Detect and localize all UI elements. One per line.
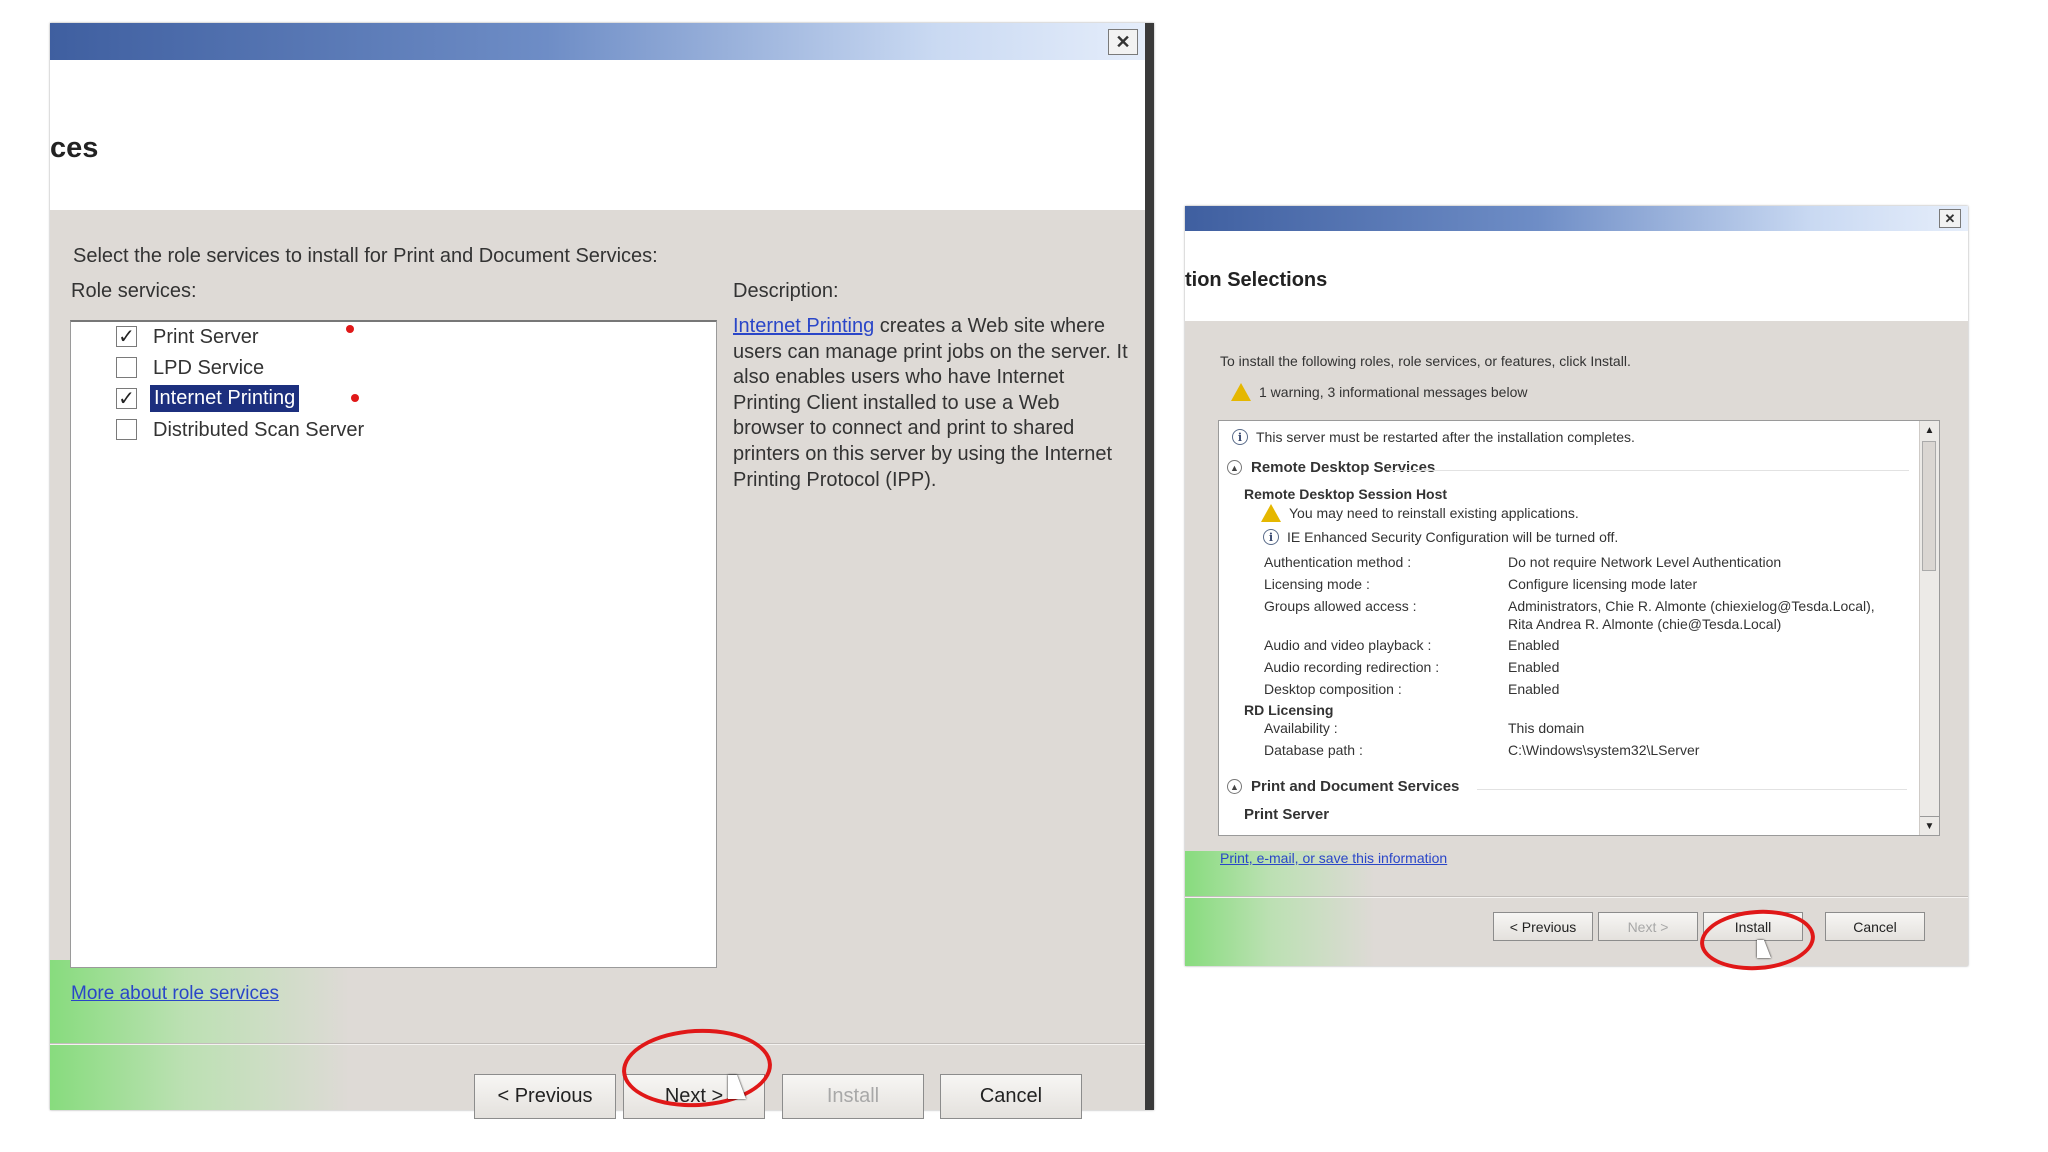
kv-label: Licensing mode : xyxy=(1264,576,1370,592)
confirm-next-button[interactable]: Next > xyxy=(1598,912,1698,941)
warning-icon xyxy=(1231,383,1251,401)
warning-icon xyxy=(1261,504,1281,522)
right-green-glow xyxy=(1185,851,1375,966)
ie-esc-text: IE Enhanced Security Configuration will … xyxy=(1287,529,1619,545)
internet-printing-link[interactable]: Internet Printing xyxy=(733,315,874,337)
warning-summary-text: 1 warning, 3 informational messages belo… xyxy=(1259,384,1528,400)
right-content: To install the following roles, role ser… xyxy=(1185,321,1968,966)
kv-label: Audio recording redirection : xyxy=(1264,659,1440,675)
kv-value: C:\Windows\system32\LServer xyxy=(1508,742,1700,758)
install-button[interactable]: Install xyxy=(782,1074,924,1119)
right-close-button[interactable]: ✕ xyxy=(1939,209,1961,228)
kv-label: Database path : xyxy=(1264,742,1363,758)
section-pds-text: Print and Document Services xyxy=(1251,778,1460,795)
kv-value: This domain xyxy=(1508,720,1585,736)
description-body: creates a Web site where users can manag… xyxy=(733,315,1128,491)
scrollbar[interactable]: ▲ ▼ xyxy=(1919,421,1939,835)
right-titlebar xyxy=(1185,206,1968,231)
ie-esc-message: i IE Enhanced Security Configuration wil… xyxy=(1263,529,1618,545)
left-header: ces xyxy=(50,60,1154,210)
confirm-installation-dialog: ✕ tion Selections To install the followi… xyxy=(1185,206,1968,966)
kv-value: Enabled xyxy=(1508,637,1560,653)
selections-panel[interactable]: ▲ ▼ i This server must be restarted afte… xyxy=(1218,420,1940,836)
restart-message: i This server must be restarted after th… xyxy=(1232,429,1635,445)
left-titlebar xyxy=(50,23,1154,60)
more-about-role-services-link[interactable]: More about role services xyxy=(71,983,279,1005)
confirm-instruction: To install the following roles, role ser… xyxy=(1220,353,1631,369)
left-dialog-edge xyxy=(1145,23,1154,1110)
print-email-save-link[interactable]: Print, e-mail, or save this information xyxy=(1220,850,1447,866)
rdsh-title: Remote Desktop Session Host xyxy=(1244,486,1448,502)
section-remote-desktop-services[interactable]: ▲ Remote Desktop Services xyxy=(1227,459,1435,476)
collapse-icon[interactable]: ▲ xyxy=(1227,460,1242,475)
annotation-dot xyxy=(346,325,354,333)
reinstall-warning-text: You may need to reinstall existing appli… xyxy=(1289,505,1579,521)
kv-label: Groups allowed access : xyxy=(1264,598,1417,614)
kv-label: Authentication method : xyxy=(1264,554,1412,570)
section-pds-underline xyxy=(1477,789,1907,790)
scroll-up-arrow[interactable]: ▲ xyxy=(1920,421,1939,439)
mouse-cursor-right xyxy=(1757,940,1771,958)
cancel-button[interactable]: Cancel xyxy=(940,1074,1082,1119)
left-content: Select the role services to install for … xyxy=(50,210,1154,1119)
kv-value: Enabled xyxy=(1508,681,1560,697)
section-print-document-services[interactable]: ▲ Print and Document Services xyxy=(1227,778,1459,795)
description-label: Description: xyxy=(733,280,839,302)
kv-value: Do not require Network Level Authenticat… xyxy=(1508,554,1782,570)
collapse-icon[interactable]: ▲ xyxy=(1227,779,1242,794)
kv-value: Rita Andrea R. Almonte (chie@Tesda.Local… xyxy=(1508,616,1782,632)
info-icon: i xyxy=(1263,529,1279,545)
left-close-button[interactable]: ✕ xyxy=(1108,29,1138,55)
kv-label: Availability : xyxy=(1264,720,1338,736)
checkbox-internet-printing[interactable]: ✓ xyxy=(116,388,137,409)
page-title: ces xyxy=(50,132,99,164)
scroll-thumb[interactable] xyxy=(1922,441,1936,571)
service-label-internet-printing[interactable]: Internet Printing xyxy=(150,385,300,412)
role-services-list[interactable]: ✓ Print Server LPD Service ✓ Internet Pr… xyxy=(70,320,717,968)
section-rds-text: Remote Desktop Services xyxy=(1251,459,1436,476)
kv-label: Desktop composition : xyxy=(1264,681,1402,697)
confirm-cancel-button[interactable]: Cancel xyxy=(1825,912,1925,941)
role-services-dialog: ✕ ces Select the role services to instal… xyxy=(50,23,1154,1119)
annotation-dot xyxy=(351,394,359,402)
service-label-distributed-scan-server[interactable]: Distributed Scan Server xyxy=(153,419,364,442)
previous-button[interactable]: < Previous xyxy=(474,1074,616,1119)
kv-value: Configure licensing mode later xyxy=(1508,576,1698,592)
checkbox-distributed-scan-server[interactable] xyxy=(116,419,137,440)
print-server-title: Print Server xyxy=(1244,806,1330,823)
service-label-lpd-service[interactable]: LPD Service xyxy=(153,357,264,380)
description-text: Internet Printing creates a Web site whe… xyxy=(733,314,1128,493)
role-services-label: Role services: xyxy=(71,280,197,302)
scroll-down-arrow[interactable]: ▼ xyxy=(1920,816,1939,835)
kv-value: Enabled xyxy=(1508,659,1560,675)
instruction-text: Select the role services to install for … xyxy=(73,245,658,267)
kv-label: Audio and video playback : xyxy=(1264,637,1432,653)
info-icon: i xyxy=(1232,429,1248,445)
warning-summary: 1 warning, 3 informational messages belo… xyxy=(1231,383,1527,401)
service-label-print-server[interactable]: Print Server xyxy=(153,326,259,349)
confirm-previous-button[interactable]: < Previous xyxy=(1493,912,1593,941)
reinstall-warning: You may need to reinstall existing appli… xyxy=(1261,504,1579,522)
checkbox-lpd-service[interactable] xyxy=(116,357,137,378)
confirm-page-title: tion Selections xyxy=(1185,269,1328,291)
left-divider xyxy=(50,1043,1154,1045)
right-header: tion Selections xyxy=(1185,231,1968,321)
mouse-cursor-left xyxy=(728,1075,746,1099)
kv-value: Administrators, Chie R. Almonte (chiexie… xyxy=(1508,598,1875,614)
right-divider xyxy=(1185,896,1968,898)
section-rds-underline xyxy=(1389,470,1909,471)
rd-licensing-title: RD Licensing xyxy=(1244,702,1334,718)
checkbox-print-server[interactable]: ✓ xyxy=(116,326,137,347)
restart-message-text: This server must be restarted after the … xyxy=(1256,429,1635,445)
